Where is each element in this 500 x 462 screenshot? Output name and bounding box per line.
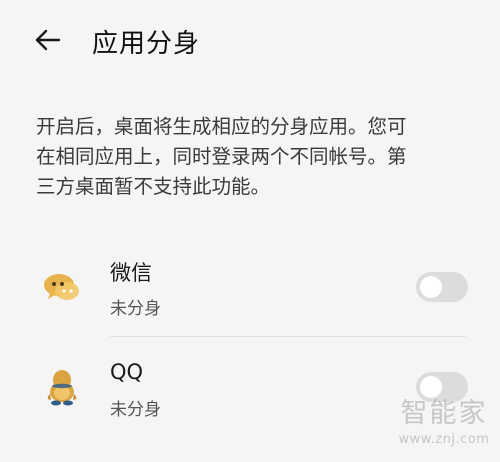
- header: 应用分身: [0, 0, 500, 80]
- description-line: 在相同应用上，同时登录两个不同帐号。第: [36, 145, 407, 168]
- app-name: 微信: [110, 261, 152, 285]
- toggle-knob: [420, 276, 442, 298]
- description-line: 开启后，桌面将生成相应的分身应用。您可: [36, 115, 407, 138]
- watermark: 智能家 www.znj.com: [392, 398, 496, 458]
- clone-toggle-wechat[interactable]: [416, 272, 468, 302]
- watermark-url: www.znj.com: [398, 432, 490, 447]
- arrow-left-icon: [35, 29, 61, 51]
- qq-penguin-icon: [47, 370, 77, 406]
- divider: [110, 336, 466, 337]
- list-item-wechat[interactable]: 微信 未分身: [0, 240, 500, 340]
- watermark-brand: 智能家: [400, 398, 488, 429]
- app-status: 未分身: [110, 299, 161, 319]
- wechat-icon: [44, 274, 79, 300]
- app-clone-settings-page: 应用分身 开启后，桌面将生成相应的分身应用。您可 在相同应用上，同时登录两个不同…: [0, 0, 500, 462]
- description-text: 开启后，桌面将生成相应的分身应用。您可 在相同应用上，同时登录两个不同帐号。第 …: [36, 112, 476, 202]
- app-status: 未分身: [110, 400, 161, 420]
- back-button[interactable]: [30, 22, 66, 58]
- description-line: 三方桌面暂不支持此功能。: [36, 175, 271, 198]
- toggle-knob: [420, 376, 442, 398]
- app-name: QQ: [110, 360, 144, 384]
- page-title: 应用分身: [92, 29, 201, 59]
